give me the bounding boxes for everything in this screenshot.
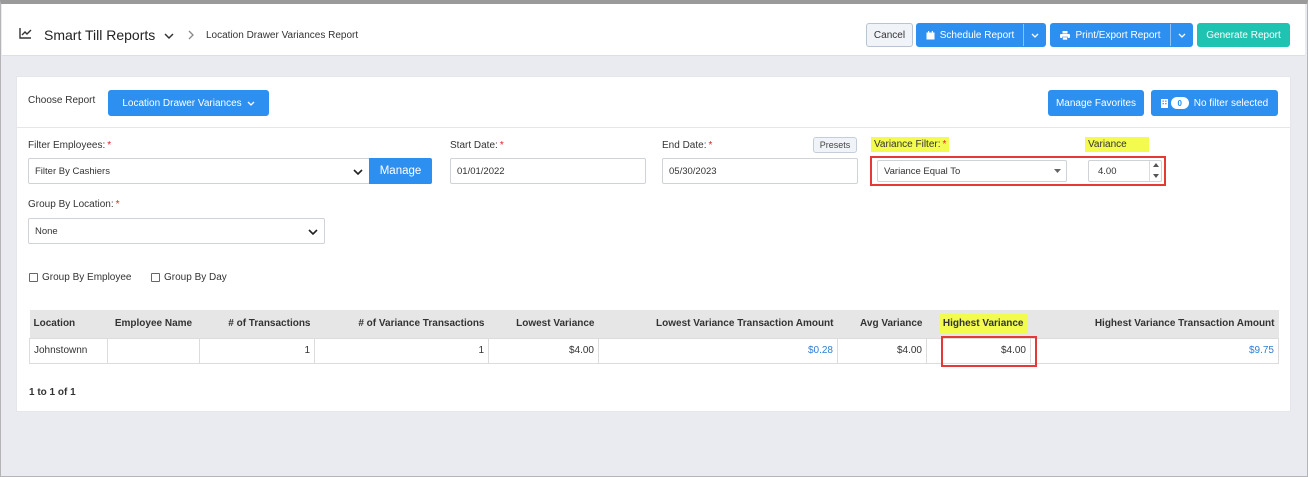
chevron-right-icon (188, 30, 194, 40)
choose-report-value: Location Drawer Variances (122, 97, 242, 109)
table-cell-link[interactable]: $0.28 (598, 337, 838, 364)
pagination-summary: 1 to 1 of 1 (29, 387, 76, 398)
column-header[interactable]: Avg Variance (837, 310, 927, 338)
choose-report-label: Choose Report (28, 95, 96, 106)
column-header[interactable]: Highest Variance (926, 310, 1031, 338)
chevron-down-icon (353, 169, 363, 175)
group-location-value: None (35, 225, 58, 237)
print-export-label: Print/Export Report (1075, 29, 1161, 41)
line-chart-icon (19, 28, 32, 39)
highest-variance-annotation-box (941, 336, 1037, 367)
print-export-button[interactable]: Print/Export Report (1050, 23, 1193, 47)
filter-employees-label: Filter Employees: * (28, 140, 112, 151)
table-cell: $4.00 (488, 337, 599, 364)
column-header[interactable]: Highest Variance Transaction Amount (1030, 310, 1279, 338)
group-location-select[interactable]: None (28, 218, 325, 244)
generate-report-button[interactable]: Generate Report (1197, 23, 1290, 47)
group-day-option[interactable]: Group By Day (151, 272, 227, 283)
variance-label: Variance (1085, 137, 1149, 152)
group-employee-checkbox[interactable] (29, 272, 38, 282)
breadcrumb: Location Drawer Variances Report (206, 30, 359, 41)
building-icon (1160, 98, 1168, 108)
table-cell-link[interactable]: $9.75 (1030, 337, 1279, 364)
table-header-row: Location Employee Name # of Transactions… (29, 310, 1279, 338)
filter-employees-value: Filter By Cashiers (35, 165, 110, 177)
manage-favorites-button[interactable]: Manage Favorites (1048, 90, 1144, 116)
schedule-report-label: Schedule Report (939, 29, 1015, 41)
chevron-down-icon (247, 101, 255, 106)
table-cell: $4.00 (837, 337, 927, 364)
column-header[interactable]: Lowest Variance Transaction Amount (598, 310, 838, 338)
column-header[interactable]: Employee Name (107, 310, 200, 338)
cancel-button[interactable]: Cancel (866, 23, 913, 47)
printer-icon (1060, 30, 1071, 40)
end-date-label: End Date: * (662, 140, 713, 151)
filter-status-button[interactable]: 0 No filter selected (1151, 90, 1278, 116)
chevron-down-icon (1178, 33, 1185, 38)
column-header[interactable]: Location (29, 310, 108, 338)
report-table: Location Employee Name # of Transactions… (29, 310, 1279, 364)
column-header[interactable]: # of Transactions (199, 310, 315, 338)
start-date-label: Start Date: * (450, 140, 504, 151)
schedule-dropdown-toggle[interactable] (1023, 24, 1045, 46)
chevron-down-icon (308, 229, 318, 235)
group-day-checkbox[interactable] (151, 272, 160, 282)
top-bar: Smart Till Reports Location Drawer Varia… (2, 4, 1305, 56)
chevron-down-icon[interactable] (164, 33, 174, 40)
table-cell (107, 337, 200, 364)
start-date-input[interactable]: 01/01/2022 (450, 158, 646, 184)
choose-report-dropdown[interactable]: Location Drawer Variances (108, 90, 269, 116)
table-cell: Johnstownn (29, 337, 108, 364)
end-date-input[interactable]: 05/30/2023 (662, 158, 858, 184)
section-divider (17, 127, 1290, 128)
group-employee-option[interactable]: Group By Employee (29, 272, 132, 283)
variance-filter-label: Variance Filter: * (871, 137, 950, 152)
calendar-icon (926, 30, 935, 39)
app-title[interactable]: Smart Till Reports (44, 27, 155, 43)
variance-annotation-box (870, 156, 1166, 186)
table-cell: 1 (199, 337, 315, 364)
column-header[interactable]: Lowest Variance (488, 310, 599, 338)
presets-button[interactable]: Presets (813, 137, 857, 153)
filter-count-badge: 0 (1170, 97, 1189, 109)
table-cell: 1 (314, 337, 489, 364)
chevron-down-icon (1031, 33, 1038, 38)
group-location-label: Group By Location: * (28, 199, 120, 210)
table-row: Johnstownn 1 1 $4.00 $0.28 $4.00 $4.00 $… (29, 337, 1279, 364)
print-dropdown-toggle[interactable] (1170, 24, 1192, 46)
column-header[interactable]: # of Variance Transactions (314, 310, 489, 338)
manage-button[interactable]: Manage (369, 158, 432, 184)
filter-employees-select[interactable]: Filter By Cashiers (28, 158, 370, 184)
report-panel: Choose Report Location Drawer Variances … (16, 76, 1291, 412)
schedule-report-button[interactable]: Schedule Report (916, 23, 1046, 47)
filter-status-label: No filter selected (1193, 97, 1269, 109)
